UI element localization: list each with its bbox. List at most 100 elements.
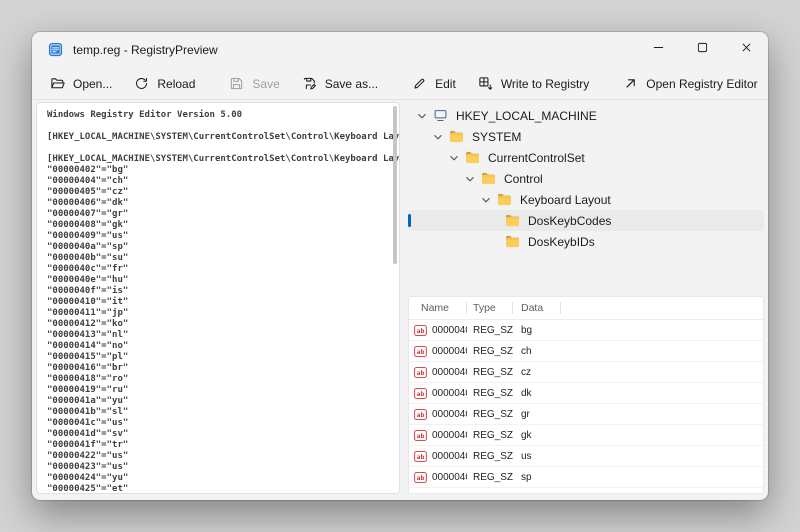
column-header-name[interactable]: Name xyxy=(409,297,467,319)
registry-value-row[interactable]: ab 00000406REG_SZdk xyxy=(409,383,763,404)
save-as-icon xyxy=(302,76,317,91)
value-data: cz xyxy=(513,367,561,378)
tree-item-keyboard-layout[interactable]: Keyboard Layout xyxy=(408,189,764,210)
registry-value-row[interactable]: ab00000408REG_SZgk xyxy=(409,425,763,446)
tree-item-doskeybcodes[interactable]: DosKeybCodes xyxy=(408,210,764,231)
title-bar-left: temp.reg - RegistryPreview xyxy=(32,32,218,57)
value-data: gr xyxy=(513,409,561,420)
main-content: Windows Registry Editor Version 5.00 [HK… xyxy=(36,102,764,494)
value-data: dk xyxy=(513,388,561,399)
open-button[interactable]: Open... xyxy=(40,71,122,96)
registry-value-row[interactable]: ab00000409REG_SZus xyxy=(409,446,763,467)
reload-icon xyxy=(134,76,149,91)
string-value-icon: ab xyxy=(414,325,427,336)
tree-item-currentcontrolset[interactable]: CurrentControlSet xyxy=(408,147,764,168)
svg-text:ab: ab xyxy=(417,452,425,460)
value-type: REG_SZ xyxy=(467,367,513,378)
grid-header: NameTypeData xyxy=(409,297,763,320)
value-name: 00000404 xyxy=(432,346,467,357)
string-value-icon: ab xyxy=(414,367,427,378)
tree-item-label: DosKeybCodes xyxy=(528,214,611,228)
open-registry-editor-button[interactable]: Open Registry Editor xyxy=(613,71,767,96)
close-button[interactable] xyxy=(724,32,768,64)
value-name-cell: ab 00000402 xyxy=(409,325,467,336)
value-type: REG_SZ xyxy=(467,388,513,399)
computer-icon xyxy=(433,109,448,122)
string-value-icon: ab xyxy=(414,451,427,462)
reload-button[interactable]: Reload xyxy=(124,71,205,96)
write-to-registry-button[interactable]: Write to Registry xyxy=(468,71,599,96)
save-button[interactable]: Save xyxy=(219,71,289,96)
value-name: 00000409 xyxy=(432,451,467,462)
chevron-down-icon[interactable] xyxy=(448,152,460,164)
svg-text:ab: ab xyxy=(417,431,425,439)
open-registry-editor-icon xyxy=(623,76,638,91)
chevron-down-icon[interactable] xyxy=(416,110,428,122)
value-type: REG_SZ xyxy=(467,325,513,336)
svg-text:ab: ab xyxy=(417,389,425,397)
save-as-button[interactable]: Save as... xyxy=(292,71,388,96)
value-data: sp xyxy=(513,472,561,483)
value-name: 00000408 xyxy=(432,430,467,441)
value-name: 00000407 xyxy=(432,409,467,420)
maximize-icon xyxy=(697,41,708,56)
registry-value-row[interactable]: ab0000040aREG_SZsp xyxy=(409,467,763,488)
toolbar: Open... Reload Save Save as... Edit Write to … xyxy=(32,68,768,100)
svg-text:ab: ab xyxy=(417,326,425,334)
string-value-icon: ab xyxy=(414,430,427,441)
registry-value-row[interactable]: ab00000404REG_SZch xyxy=(409,341,763,362)
save-as-button-label: Save as... xyxy=(325,77,378,91)
column-header-type[interactable]: Type xyxy=(467,297,513,319)
tree-item-label: Keyboard Layout xyxy=(520,193,611,207)
value-name-cell: ab 00000404 xyxy=(409,346,467,357)
tree-item-control[interactable]: Control xyxy=(408,168,764,189)
registry-preview-app-icon xyxy=(48,42,63,57)
value-type: REG_SZ xyxy=(467,346,513,357)
value-name-cell: ab0000040a xyxy=(409,472,467,483)
registry-file-editor[interactable]: Windows Registry Editor Version 5.00 [HK… xyxy=(37,103,399,494)
edit-button-label: Edit xyxy=(435,77,456,91)
folder-icon xyxy=(481,172,496,185)
editor-scrollbar-thumb[interactable] xyxy=(393,106,397,264)
value-name-cell: ab 00000408 xyxy=(409,430,467,441)
tree-item-label: Control xyxy=(504,172,543,186)
value-type: REG_SZ xyxy=(467,409,513,420)
svg-text:ab: ab xyxy=(417,347,425,355)
tree-item-system[interactable]: SYSTEM xyxy=(408,126,764,147)
folder-icon xyxy=(449,130,464,143)
app-window: temp.reg - RegistryPreview Open... Reload… xyxy=(32,32,768,500)
edit-icon xyxy=(412,76,427,91)
chevron-down-icon[interactable] xyxy=(480,194,492,206)
registry-value-row[interactable]: ab00000407REG_SZgr xyxy=(409,404,763,425)
tree-item-hkey-local-machine[interactable]: HKEY_LOCAL_MACHINE xyxy=(408,105,764,126)
tree-item-doskeybids[interactable]: DosKeybIDs xyxy=(408,231,764,252)
folder-icon xyxy=(505,214,520,227)
column-header-data[interactable]: Data xyxy=(513,297,561,319)
tree-item-label: SYSTEM xyxy=(472,130,521,144)
tree-item-label: HKEY_LOCAL_MACHINE xyxy=(456,109,597,123)
maximize-button[interactable] xyxy=(680,32,724,64)
write-to-registry-icon xyxy=(478,76,493,91)
right-column: HKEY_LOCAL_MACHINE SYSTEM CurrentControlSe… xyxy=(408,102,764,494)
tree-item-label: CurrentControlSet xyxy=(488,151,585,165)
minimize-button[interactable] xyxy=(636,32,680,64)
title-bar: temp.reg - RegistryPreview xyxy=(32,32,768,68)
value-name: 00000406 xyxy=(432,388,467,399)
folder-icon xyxy=(505,235,520,248)
edit-button[interactable]: Edit xyxy=(402,71,466,96)
desktop-background: temp.reg - RegistryPreview Open... Reload… xyxy=(0,0,800,532)
window-title: temp.reg - RegistryPreview xyxy=(73,43,218,57)
reload-button-label: Reload xyxy=(157,77,195,91)
chevron-down-icon[interactable] xyxy=(464,173,476,185)
registry-value-row[interactable]: ab00000405REG_SZcz xyxy=(409,362,763,383)
chevron-down-icon[interactable] xyxy=(432,131,444,143)
folder-icon xyxy=(465,151,480,164)
editor-scrollbar[interactable] xyxy=(393,106,397,490)
registry-value-row[interactable]: ab00000402REG_SZbg xyxy=(409,320,763,341)
value-name: 00000402 xyxy=(432,325,467,336)
grid-body: ab00000402REG_SZbgab00000404REG_SZchab00… xyxy=(409,320,763,488)
open-button-label: Open... xyxy=(73,77,112,91)
value-name-cell: ab00000405 xyxy=(409,367,467,378)
values-grid-panel: NameTypeData ab00000402REG_SZbgab0000040… xyxy=(408,296,764,494)
save-icon xyxy=(229,76,244,91)
